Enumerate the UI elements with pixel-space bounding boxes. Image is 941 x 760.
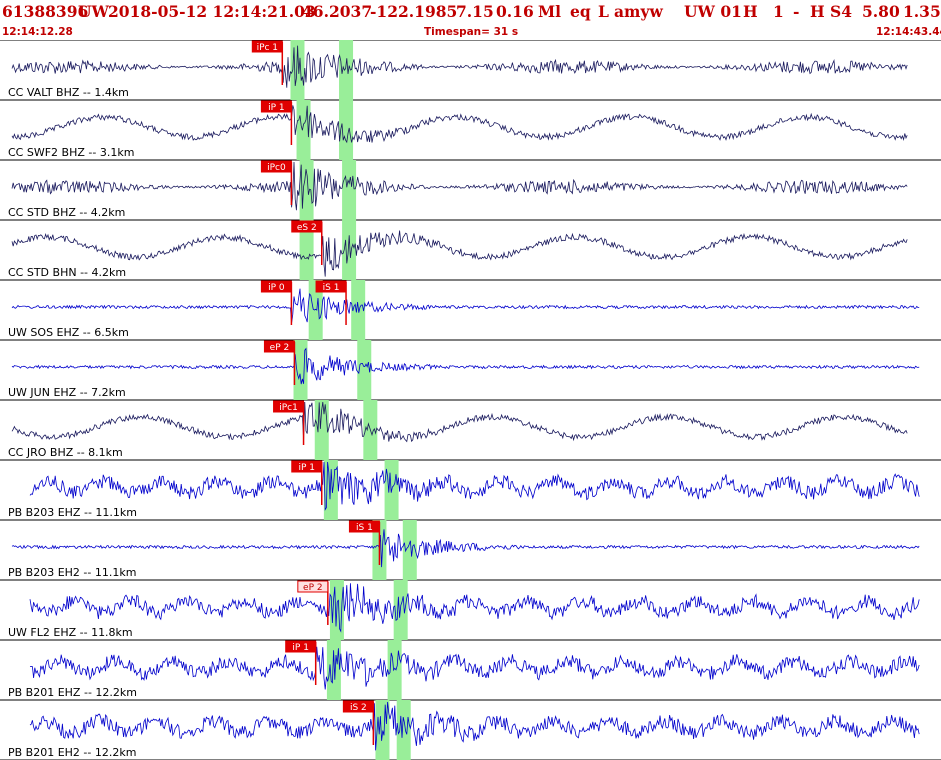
- channel-label: CC SWF2 BHZ -- 3.1km: [8, 146, 135, 159]
- header-h: H: [743, 2, 758, 21]
- channel-label: CC JRO BHZ -- 8.1km: [8, 446, 123, 459]
- phase-window: [339, 100, 354, 160]
- latitude: 46.2037: [302, 2, 373, 21]
- event-id[interactable]: 61388396: [2, 0, 88, 24]
- channel-row[interactable]: eS 2: [0, 220, 941, 281]
- channel-row[interactable]: iPc 1: [0, 40, 941, 101]
- channel-label: UW SOS EHZ -- 6.5km: [8, 326, 129, 339]
- waveform-trace[interactable]: [11, 230, 908, 277]
- end-time: 12:14:43.44: [876, 26, 941, 38]
- start-time: 12:14:12.28: [2, 26, 73, 38]
- location-type: L: [598, 2, 609, 21]
- channel-row[interactable]: eP 2: [0, 340, 941, 401]
- source: UW 01: [684, 2, 742, 21]
- waveform-trace[interactable]: [11, 105, 908, 144]
- pick-label: iP 0: [268, 283, 285, 293]
- waveform-trace[interactable]: [11, 45, 908, 88]
- waveform-trace[interactable]: [11, 401, 908, 443]
- event-network: UW: [78, 2, 109, 21]
- waveform-trace[interactable]: [29, 461, 920, 511]
- channel-label: PB B203 EH2 -- 11.1km: [8, 566, 137, 579]
- channel-row[interactable]: iPc0: [0, 160, 941, 221]
- seismogram-panel[interactable]: iPc 1 iP 1 iPc0 eS 2 iP 0 iS 1 eP 2 iPc1 iP 1 iS …: [0, 40, 941, 760]
- channel-row[interactable]: iP 1: [0, 460, 941, 521]
- header-hs: H S4: [810, 2, 853, 21]
- channel-label: CC VALT BHZ -- 1.4km: [8, 86, 129, 99]
- channel-row[interactable]: iPc1: [0, 400, 941, 461]
- channel-label: PB B201 EH2 -- 12.2km: [8, 746, 137, 759]
- pick-label: iP 1: [299, 463, 316, 473]
- phase-window: [342, 160, 357, 220]
- pick-label: eP 2: [270, 343, 290, 353]
- depth: 7.15: [456, 2, 494, 21]
- waveform-trace[interactable]: [29, 646, 920, 690]
- waveform-trace[interactable]: [11, 347, 920, 385]
- channel-row[interactable]: iP 1: [0, 640, 941, 701]
- magnitude-type: Ml: [538, 2, 562, 21]
- phase-window: [387, 640, 402, 700]
- channel-row[interactable]: iS 2: [0, 700, 941, 760]
- phase-window: [402, 520, 417, 580]
- channel-label: PB B203 EHZ -- 11.1km: [8, 506, 137, 519]
- header-val2: 1.35: [903, 2, 941, 21]
- pick-label: iS 1: [356, 523, 373, 533]
- channel-label: CC STD BHZ -- 4.2km: [8, 206, 126, 219]
- pick-label: iP 1: [268, 103, 285, 113]
- pick-label: eP 2: [303, 583, 323, 593]
- origin-time: 2018-05-12 12:14:21.03: [108, 2, 316, 21]
- channel-row[interactable]: iP 0 iS 1: [0, 280, 941, 341]
- event-type: eq: [570, 2, 591, 21]
- pick-label: eS 2: [297, 223, 317, 233]
- header-dash: -: [793, 2, 800, 21]
- channel-row[interactable]: iP 1: [0, 100, 941, 161]
- channel-label: UW FL2 EHZ -- 11.8km: [8, 626, 133, 639]
- longitude: -122.1985: [370, 2, 458, 21]
- channel-label: CC STD BHN -- 4.2km: [8, 266, 127, 279]
- waveform-trace[interactable]: [29, 701, 920, 751]
- channel-row[interactable]: eP 2: [0, 580, 941, 641]
- pick-label: iPc0: [267, 163, 286, 173]
- pick-label: iP 1: [292, 643, 309, 653]
- magnitude: 0.16: [496, 2, 534, 21]
- channel-label: UW JUN EHZ -- 7.2km: [8, 386, 126, 399]
- author: amyw: [614, 2, 663, 21]
- waveform-trace[interactable]: [11, 529, 920, 568]
- phase-window: [396, 700, 411, 760]
- pick-label: iS 2: [350, 703, 367, 713]
- pick-label: iPc1: [279, 403, 298, 413]
- pick-label: iS 1: [323, 283, 340, 293]
- waveform-trace[interactable]: [11, 288, 920, 324]
- header-val1: 5.80: [862, 2, 900, 21]
- waveform-trace[interactable]: [29, 583, 920, 633]
- header-num: 1: [773, 2, 784, 21]
- waveform-trace[interactable]: [11, 161, 908, 211]
- phase-window: [323, 460, 338, 520]
- timespan: Timespan= 31 s: [424, 26, 519, 38]
- pick-label: iPc 1: [257, 43, 278, 53]
- channel-row[interactable]: iS 1: [0, 520, 941, 581]
- channel-label: PB B201 EHZ -- 12.2km: [8, 686, 137, 699]
- event-summary-bar: 61388396 UW 2018-05-12 12:14:21.03 46.20…: [0, 0, 941, 24]
